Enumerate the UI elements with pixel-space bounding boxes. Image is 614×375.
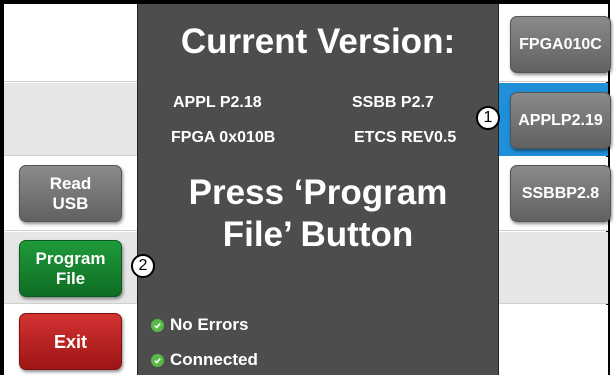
callout-2: 2: [131, 254, 155, 278]
appl-current-version: APPL P2.18: [173, 94, 262, 111]
read-usb-button[interactable]: Read USB: [19, 165, 122, 222]
status-label: No Errors: [170, 315, 249, 334]
ssbb-version-button[interactable]: SSBBP2.8: [510, 165, 611, 222]
appl-version-label: APPLP2.19: [518, 111, 603, 129]
fpga-version-label: FPGA010C: [519, 35, 602, 53]
instruction-line-2: File’ Button: [222, 215, 414, 254]
instruction-line-1: Press ‘Program: [188, 173, 448, 212]
status-label: Connected: [170, 350, 258, 369]
status-no-errors: No Errors: [151, 315, 248, 335]
check-icon: [151, 318, 164, 332]
appl-version-button[interactable]: APPLP2.19: [510, 92, 611, 149]
exit-label: Exit: [53, 331, 87, 352]
read-usb-label-line2: USB: [52, 193, 89, 213]
overlay-title: Current Version:: [180, 22, 456, 61]
etcs-current-version: ETCS REV0.5: [354, 129, 457, 146]
program-file-button[interactable]: Program File: [19, 240, 122, 297]
check-icon: [151, 353, 164, 367]
callout-1: 1: [476, 106, 500, 130]
status-connected: Connected: [151, 350, 258, 370]
read-usb-label-line1: Read: [49, 173, 92, 193]
ssbb-current-version: SSBB P2.7: [352, 94, 434, 111]
fpga-current-version: FPGA 0x010B: [171, 129, 276, 146]
program-file-label-line2: File: [55, 268, 86, 288]
version-info-overlay: Current Version: APPL P2.18 SSBB P2.7 FP…: [137, 4, 499, 375]
ssbb-version-label: SSBBP2.8: [521, 184, 600, 202]
program-file-label-line1: Program: [35, 248, 106, 268]
fpga-version-button[interactable]: FPGA010C: [510, 16, 611, 73]
instruction-text: Press ‘Program File’ Button: [138, 172, 498, 256]
exit-button[interactable]: Exit: [19, 313, 122, 370]
